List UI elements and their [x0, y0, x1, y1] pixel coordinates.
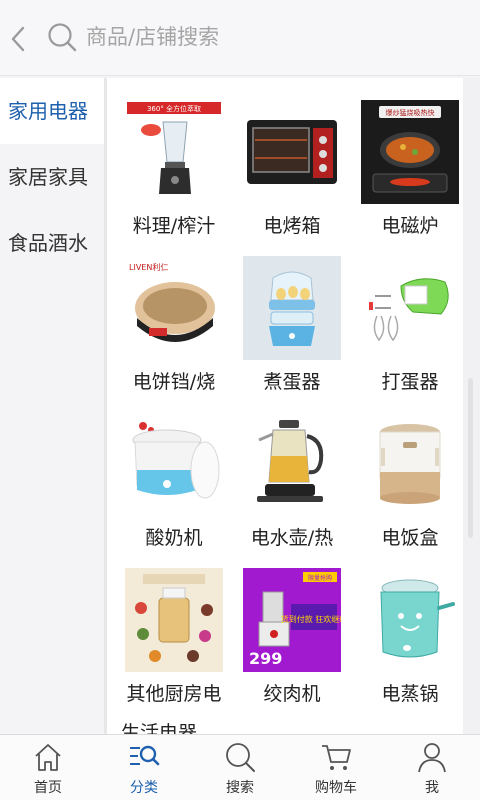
tab-label: 首页 — [34, 780, 62, 796]
tab-cart[interactable]: 购物车 — [288, 735, 384, 800]
search-icon — [226, 743, 255, 772]
product-name: 电饭盒 — [381, 527, 439, 549]
product-item-steamer[interactable]: 电蒸锅 — [355, 568, 463, 724]
product-name: 电烤箱 — [263, 215, 321, 237]
product-item-induction-cooker[interactable]: 爆炒猛烧吸热快 电磁炉 — [355, 100, 463, 256]
search-bar[interactable] — [46, 18, 466, 56]
tab-category[interactable]: 分类 — [96, 735, 192, 800]
product-item-electric-pan[interactable]: LIVEN利仁 电饼铛/烧 — [119, 256, 229, 412]
product-item-oven[interactable]: 电烤箱 — [237, 100, 347, 256]
grinder-price-text: 299 — [249, 649, 282, 668]
blender-image: 360° 全方位萃取 — [125, 100, 223, 204]
product-name: 电蒸锅 — [381, 683, 439, 705]
kettle-image — [243, 412, 341, 516]
category-icon — [130, 745, 160, 766]
induction-cooker-image: 爆炒猛烧吸热快 — [361, 100, 459, 204]
meat-grinder-image: 限量抢购 货到付款 狂欢继续 299 — [243, 568, 341, 672]
kitchen-appliance-image — [125, 568, 223, 672]
product-panel: 360° 全方位萃取 料理/榨汁 电烤箱 爆炒猛烧吸热快 电磁炉 LIVEN利仁… — [107, 78, 463, 734]
cart-icon — [322, 745, 351, 770]
search-icon — [48, 23, 77, 52]
product-name: 酸奶机 — [145, 527, 203, 549]
blender-badge-text: 360° 全方位萃取 — [147, 104, 201, 113]
egg-boiler-image — [243, 256, 341, 360]
grinder-promo-text: 货到付款 狂欢继续 — [281, 614, 341, 624]
tab-search[interactable]: 搜索 — [192, 735, 288, 800]
steamer-image — [361, 568, 459, 672]
product-item-meat-grinder[interactable]: 限量抢购 货到付款 狂欢继续 299 绞肉机 — [237, 568, 347, 724]
tab-label: 搜索 — [226, 780, 254, 796]
page: 家用电器 家居家具 食品酒水 360° 全方位萃取 料理/榨汁 — [0, 0, 480, 800]
scrollbar-thumb[interactable] — [468, 378, 473, 538]
product-name: 电水壶/热 — [250, 527, 334, 549]
oven-image — [243, 100, 341, 204]
product-name: 电饼铛/烧 — [132, 371, 216, 393]
product-item-kettle[interactable]: 电水壶/热 — [237, 412, 347, 568]
tab-label: 我 — [425, 780, 439, 796]
product-name: 煮蛋器 — [263, 371, 321, 393]
grinder-badge-text: 限量抢购 — [308, 574, 332, 582]
lunch-box-image — [361, 412, 459, 516]
tab-home[interactable]: 首页 — [0, 735, 96, 800]
product-item-yogurt-maker[interactable]: 酸奶机 — [119, 412, 229, 568]
product-name: 其他厨房电 — [126, 683, 222, 705]
product-item-lunch-box[interactable]: 电饭盒 — [355, 412, 463, 568]
bottom-tab-bar: 首页 分类 搜索 购物车 我 — [0, 734, 480, 800]
user-icon — [418, 743, 446, 773]
sidebar-item-appliances[interactable]: 家用电器 — [0, 78, 104, 144]
product-item-egg-beater[interactable]: 打蛋器 — [355, 256, 463, 412]
back-arrow-icon[interactable] — [6, 24, 32, 54]
electric-pan-brand-text: LIVEN利仁 — [129, 262, 168, 272]
product-item-other-kitchen[interactable]: 其他厨房电 — [119, 568, 229, 724]
home-icon — [35, 744, 61, 771]
product-item-blender[interactable]: 360° 全方位萃取 料理/榨汁 — [119, 100, 229, 256]
scrollbar[interactable] — [463, 78, 480, 734]
product-grid: 360° 全方位萃取 料理/榨汁 电烤箱 爆炒猛烧吸热快 电磁炉 LIVEN利仁… — [107, 78, 463, 724]
induction-badge-text: 爆炒猛烧吸热快 — [386, 108, 435, 117]
tab-label: 分类 — [130, 780, 158, 796]
tab-me[interactable]: 我 — [384, 735, 480, 800]
sidebar-item-furniture[interactable]: 家居家具 — [0, 144, 104, 210]
product-name: 绞肉机 — [263, 683, 321, 705]
category-sidebar: 家用电器 家居家具 食品酒水 — [0, 78, 104, 734]
product-item-egg-boiler[interactable]: 煮蛋器 — [237, 256, 347, 412]
product-name: 打蛋器 — [381, 371, 439, 393]
yogurt-maker-image — [125, 412, 223, 516]
search-input[interactable] — [86, 25, 446, 49]
product-name: 电磁炉 — [381, 215, 439, 237]
sidebar-item-food-drinks[interactable]: 食品酒水 — [0, 210, 104, 276]
egg-beater-image — [361, 256, 459, 360]
header — [0, 0, 480, 76]
category-heading-partial: 生活电器 — [121, 722, 198, 734]
tab-label: 购物车 — [315, 780, 357, 796]
electric-pan-image: LIVEN利仁 — [125, 256, 223, 360]
product-name: 料理/榨汁 — [132, 215, 216, 237]
